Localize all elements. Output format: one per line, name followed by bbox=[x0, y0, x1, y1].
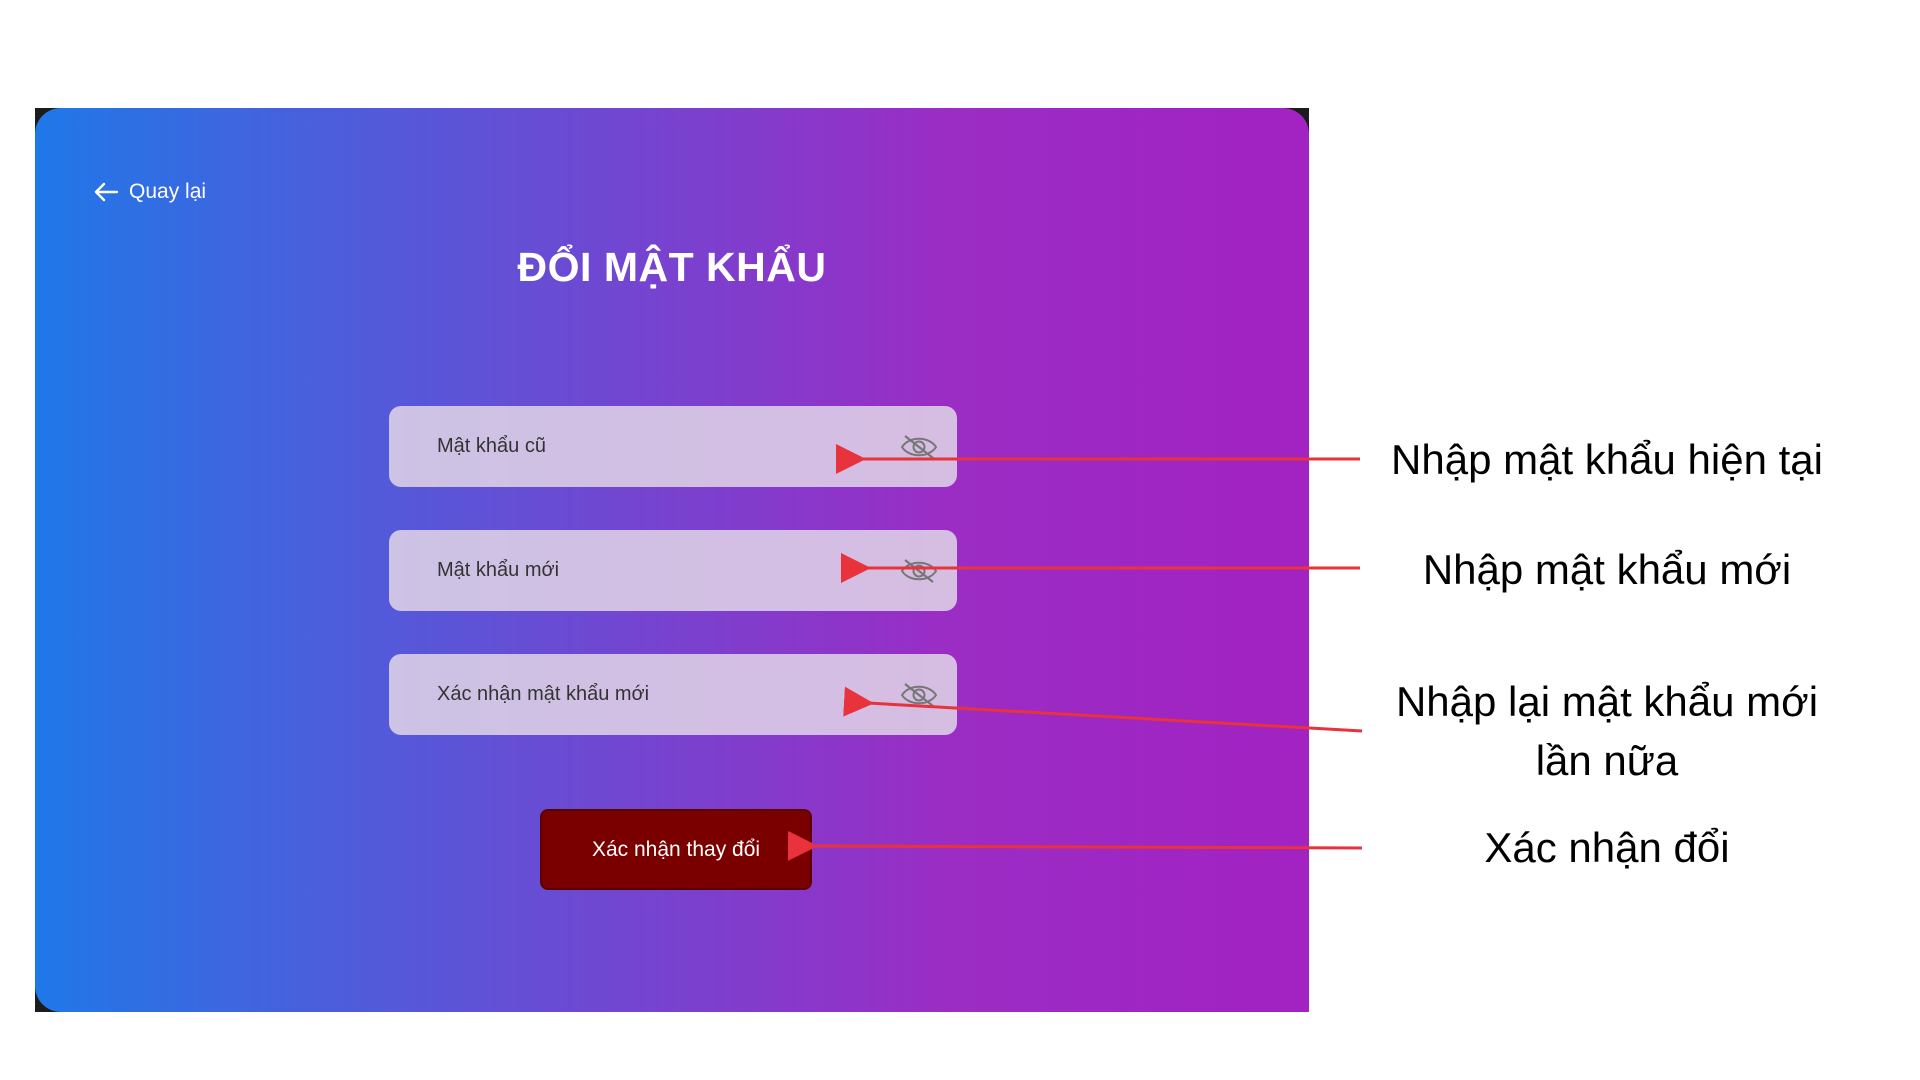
new-password-placeholder: Mật khẩu mới bbox=[437, 559, 560, 581]
confirm-change-button[interactable]: Xác nhận thay đổi bbox=[540, 809, 812, 890]
eye-off-icon[interactable] bbox=[899, 557, 939, 585]
eye-off-icon[interactable] bbox=[899, 433, 939, 461]
confirm-password-field[interactable]: Xác nhận mật khẩu mới bbox=[389, 654, 957, 735]
old-password-field[interactable]: Mật khẩu cũ bbox=[389, 406, 957, 487]
new-password-field[interactable]: Mật khẩu mới bbox=[389, 530, 957, 611]
eye-off-icon[interactable] bbox=[899, 681, 939, 709]
change-password-screen: Quay lại ĐỔI MẬT KHẨU Mật khẩu cũ Mật kh… bbox=[35, 108, 1309, 1012]
arrow-left-icon bbox=[93, 181, 119, 203]
old-password-placeholder: Mật khẩu cũ bbox=[437, 435, 546, 457]
page-title: ĐỔI MẬT KHẨU bbox=[517, 244, 827, 290]
annotation-new-password: Nhập mật khẩu mới bbox=[1422, 546, 1792, 593]
annotation-submit: Xác nhận đổi bbox=[1484, 824, 1730, 871]
back-label: Quay lại bbox=[129, 180, 207, 203]
app-screenshot-frame: Quay lại ĐỔI MẬT KHẨU Mật khẩu cũ Mật kh… bbox=[35, 108, 1309, 1012]
back-button[interactable]: Quay lại bbox=[93, 180, 206, 204]
annotation-old-password: Nhập mật khẩu hiện tại bbox=[1391, 436, 1823, 483]
confirm-password-placeholder: Xác nhận mật khẩu mới bbox=[437, 683, 650, 705]
canvas: Quay lại ĐỔI MẬT KHẨU Mật khẩu cũ Mật kh… bbox=[0, 0, 1920, 1080]
annotation-confirm-password: Nhập lại mật khẩu mới lần nữa bbox=[1395, 678, 1819, 784]
